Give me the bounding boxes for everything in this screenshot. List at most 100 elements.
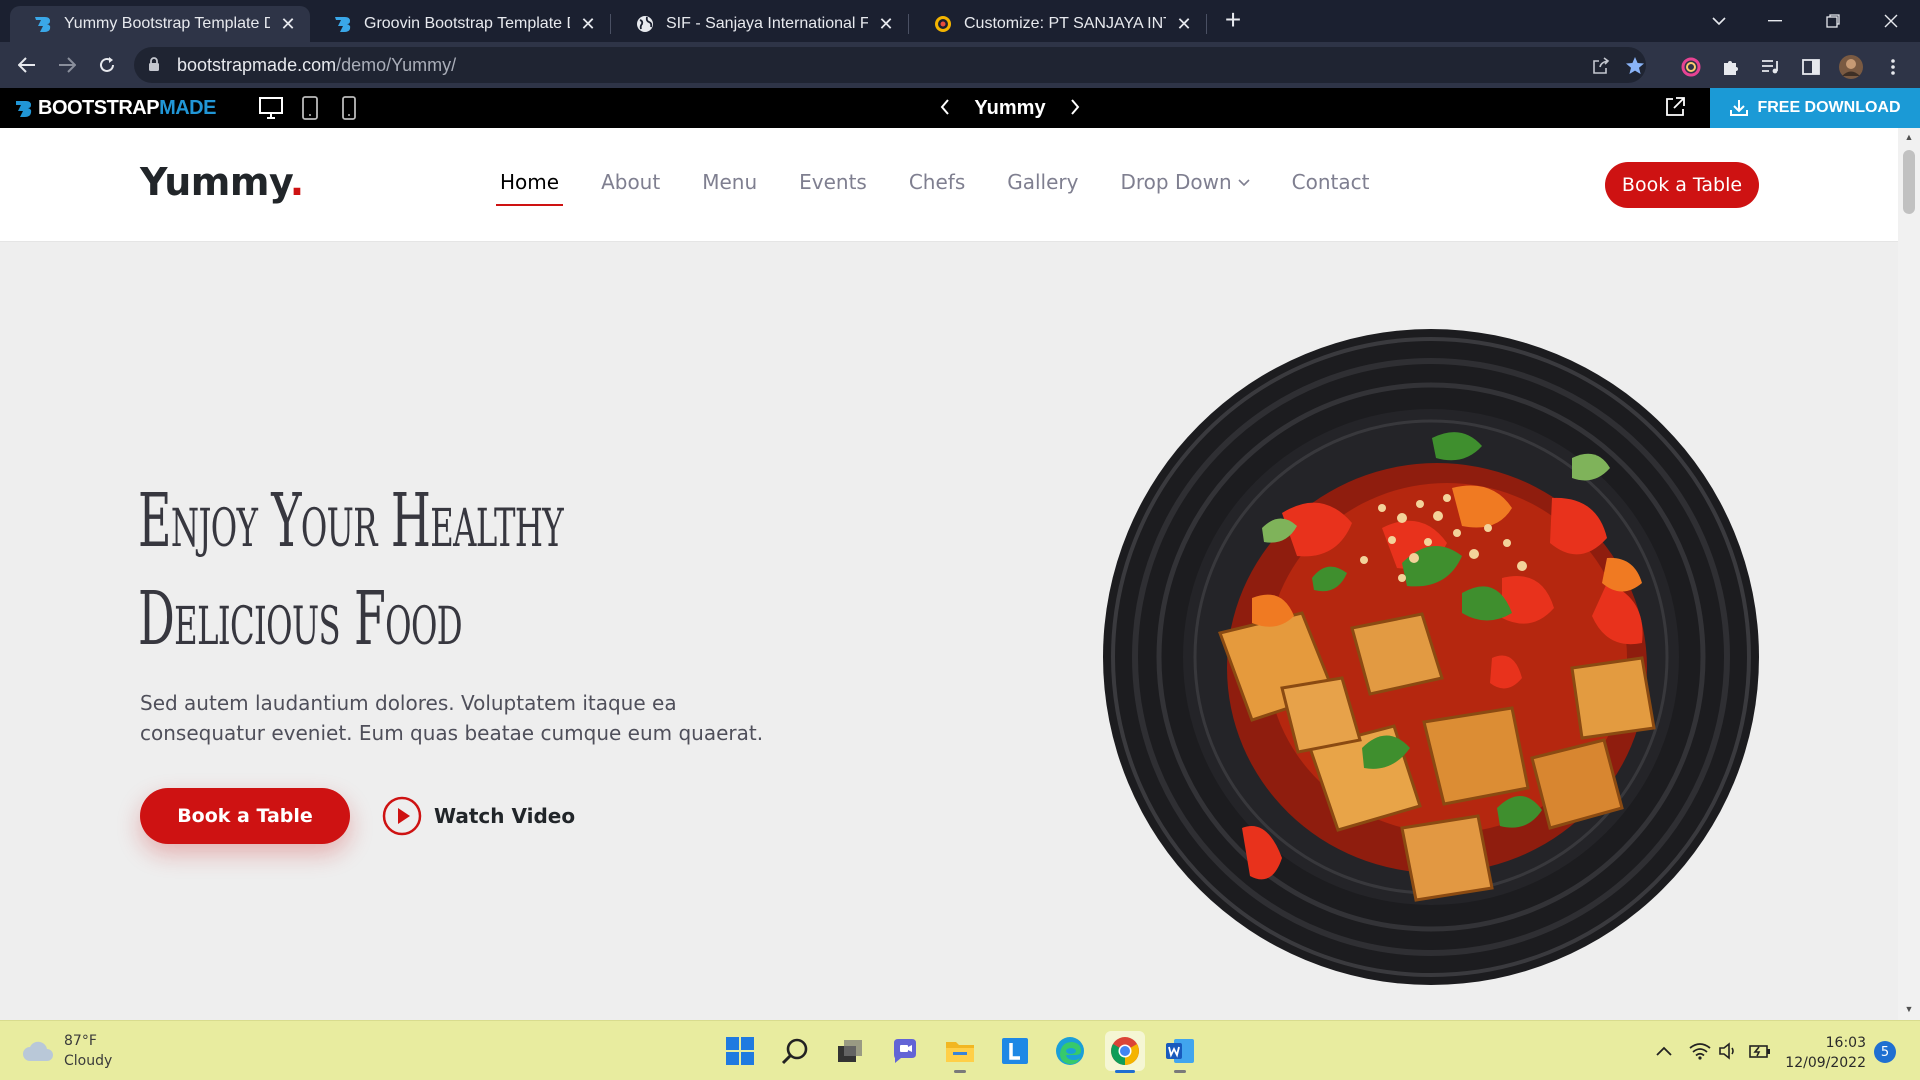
media-controls-icon[interactable] (1758, 54, 1784, 80)
search-icon[interactable] (775, 1031, 815, 1071)
wordpress-icon (932, 13, 954, 35)
browser-tab-strip: Yummy Bootstrap Template Dem ✕ Groovin B… (0, 0, 1920, 42)
side-panel-icon[interactable] (1798, 54, 1824, 80)
hero-title: Enjoy Your Healthy Delicious Food (138, 472, 564, 668)
hero-book-table-button[interactable]: Book a Table (140, 788, 350, 844)
reload-button[interactable] (92, 50, 122, 80)
nav-chefs[interactable]: Chefs (909, 170, 965, 200)
template-switcher: Yummy (940, 94, 1080, 122)
scroll-up-icon[interactable]: ▲ (1904, 132, 1914, 142)
header-book-table-button[interactable]: Book a Table (1605, 162, 1759, 208)
browser-tab-yummy[interactable]: Yummy Bootstrap Template Dem ✕ (10, 6, 310, 42)
file-explorer-icon[interactable] (940, 1031, 980, 1073)
page-scrollbar[interactable]: ▲ ▼ (1898, 128, 1920, 1020)
windows-start-icon[interactable] (720, 1031, 760, 1071)
notification-badge[interactable]: 5 (1874, 1041, 1896, 1063)
battery-charging-icon[interactable] (1748, 1039, 1772, 1063)
watch-video-label: Watch Video (434, 804, 576, 828)
hero-title-line-2: Delicious Food (138, 576, 463, 662)
color-picker-extension-icon[interactable] (1678, 54, 1704, 80)
lock-icon[interactable] (148, 57, 160, 77)
site-logo[interactable]: Yummy. (140, 160, 304, 204)
l-app-icon[interactable] (995, 1031, 1035, 1071)
bootstrapmade-logo[interactable]: BOOTSTRAP MADE (14, 97, 216, 120)
nav-dropdown-label: Drop Down (1120, 170, 1232, 194)
previous-template-icon[interactable] (940, 95, 950, 121)
nav-gallery[interactable]: Gallery (1007, 170, 1078, 200)
clock-date: 12/09/2022 (1785, 1055, 1866, 1071)
url-text: bootstrapmade.com/demo/Yummy/ (177, 55, 456, 76)
share-icon[interactable] (1590, 55, 1612, 77)
logo-dot: . (289, 160, 304, 204)
scroll-down-icon[interactable]: ▼ (1904, 1004, 1914, 1014)
hero-section: Enjoy Your Healthy Delicious Food Sed au… (0, 242, 1898, 1020)
word-icon[interactable] (1160, 1031, 1200, 1073)
chrome-icon[interactable] (1105, 1031, 1145, 1073)
tab-title: Customize: PT SANJAYA INTERNA (964, 15, 1166, 32)
nav-contact[interactable]: Contact (1292, 170, 1370, 200)
browser-tab-groovin[interactable]: Groovin Bootstrap Template Dem ✕ (310, 6, 610, 42)
scrollbar-thumb[interactable] (1903, 150, 1915, 214)
volume-icon[interactable] (1716, 1039, 1740, 1063)
teams-chat-icon[interactable] (885, 1031, 925, 1071)
running-indicator (1115, 1070, 1135, 1073)
close-tab-icon[interactable]: ✕ (278, 14, 298, 35)
tablet-view-icon[interactable] (300, 96, 326, 120)
nav-home[interactable]: Home (495, 170, 564, 206)
close-tab-icon[interactable]: ✕ (578, 14, 598, 35)
running-indicator (1174, 1070, 1186, 1073)
back-button[interactable] (12, 50, 42, 80)
mobile-view-icon[interactable] (340, 96, 366, 120)
open-external-icon[interactable] (1664, 96, 1686, 123)
hero-title-line-1: Enjoy Your Healthy (138, 478, 564, 564)
bootstrapmade-icon (32, 13, 54, 35)
restore-button[interactable] (1810, 4, 1856, 38)
show-hidden-icons-chevron-up-icon[interactable] (1652, 1039, 1676, 1063)
browser-tab-sif[interactable]: SIF - Sanjaya International Fisher ✕ (612, 6, 908, 42)
free-download-button[interactable]: FREE DOWNLOAD (1710, 88, 1920, 128)
hero-description: Sed autem laudantium dolores. Voluptatem… (140, 691, 764, 745)
new-tab-button[interactable]: + (1218, 6, 1248, 36)
tab-separator (908, 14, 909, 34)
nav-dropdown[interactable]: Drop Down (1120, 170, 1250, 200)
nav-menu[interactable]: Menu (702, 170, 757, 200)
tab-search-icon[interactable] (1696, 4, 1742, 38)
demo-bar: BOOTSTRAP MADE Yummy FREE DOWNLOAD (0, 88, 1920, 128)
hero-food-image (1103, 329, 1759, 985)
weather-temperature: 87°F (64, 1033, 97, 1049)
browser-tab-customize[interactable]: Customize: PT SANJAYA INTERNA ✕ (910, 6, 1206, 42)
tab-separator (1206, 14, 1207, 34)
watch-video-link[interactable]: Watch Video (382, 796, 575, 836)
profile-avatar[interactable] (1838, 54, 1864, 80)
close-window-button[interactable] (1868, 4, 1914, 38)
minimize-button[interactable] (1752, 4, 1798, 38)
bootstrapmade-icon (332, 13, 354, 35)
nav-events[interactable]: Events (799, 170, 867, 200)
bookmark-star-icon[interactable] (1624, 55, 1646, 77)
windows-taskbar: 87°F Cloudy 16:03 12/09/2022 5 (0, 1020, 1920, 1080)
close-tab-icon[interactable]: ✕ (876, 14, 896, 35)
brand-secondary: MADE (159, 97, 216, 119)
tab-title: Yummy Bootstrap Template Dem (64, 15, 270, 32)
chevron-down-icon (1238, 175, 1250, 191)
forward-button[interactable] (52, 50, 82, 80)
desktop-view-icon[interactable] (258, 96, 284, 120)
main-nav: Home About Menu Events Chefs Gallery Dro… (495, 170, 1411, 206)
address-bar[interactable]: bootstrapmade.com/demo/Yummy/ (134, 47, 1646, 83)
task-view-icon[interactable] (830, 1031, 870, 1071)
extensions-puzzle-icon[interactable] (1718, 54, 1744, 80)
tab-title: Groovin Bootstrap Template Dem (364, 15, 570, 32)
browser-menu-icon[interactable] (1880, 54, 1906, 80)
play-circle-icon (382, 796, 422, 836)
weather-widget[interactable]: 87°F Cloudy (22, 1031, 112, 1071)
weather-description: Cloudy (64, 1053, 113, 1069)
close-tab-icon[interactable]: ✕ (1174, 14, 1194, 35)
wifi-icon[interactable] (1688, 1039, 1712, 1063)
system-clock[interactable]: 16:03 12/09/2022 (1780, 1033, 1866, 1073)
edge-icon[interactable] (1050, 1031, 1090, 1071)
site-header: Yummy. Home About Menu Events Chefs Gall… (0, 128, 1898, 242)
running-indicator (954, 1070, 966, 1073)
nav-about[interactable]: About (601, 170, 660, 200)
next-template-icon[interactable] (1070, 95, 1080, 121)
globe-icon (634, 13, 656, 35)
